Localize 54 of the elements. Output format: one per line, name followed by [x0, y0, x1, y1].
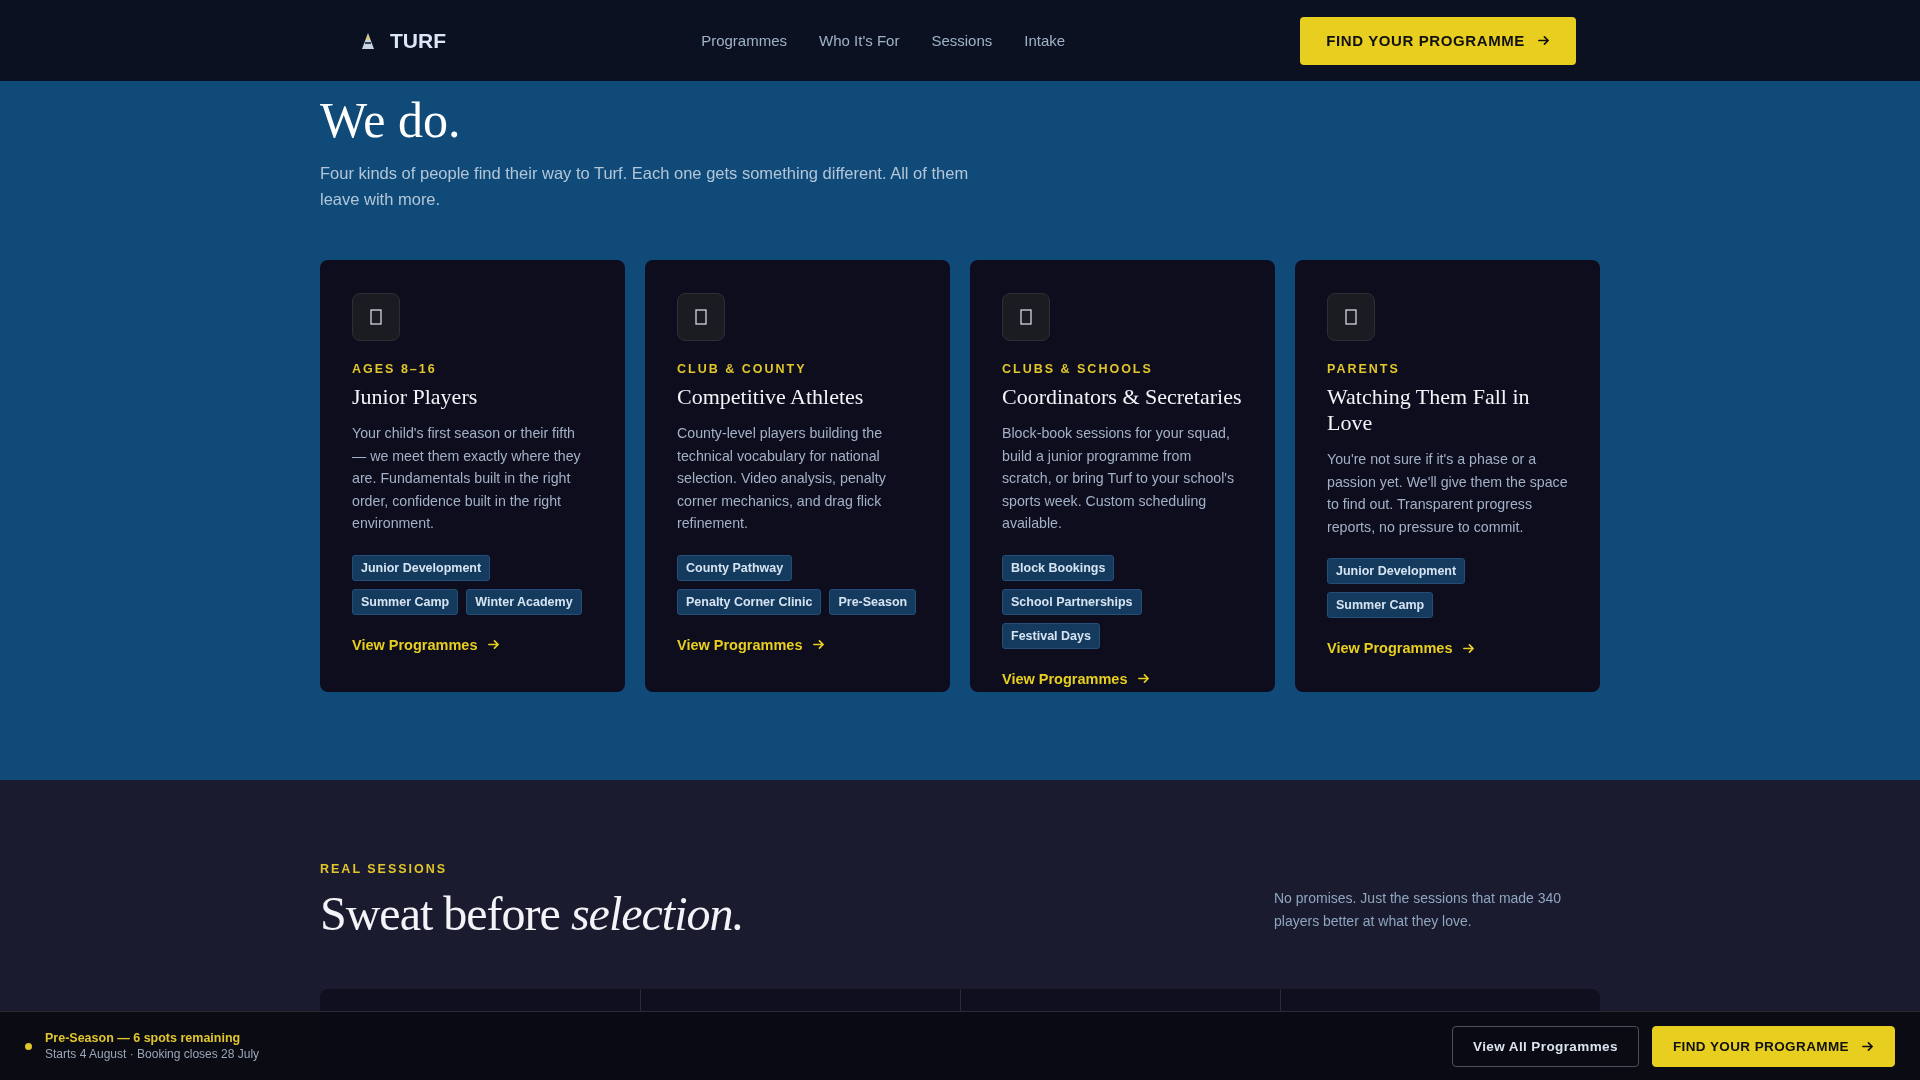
programme-tag: Block Bookings — [1002, 554, 1115, 581]
hero-title: We do. — [320, 94, 462, 146]
card-description: You're not sure if it's a phase or a passion yet. We'll give them the space to find out. Transparent progress reports, no pressure to commit. — [1327, 450, 1568, 537]
nav-link[interactable]: Who It's For — [819, 32, 900, 49]
box-icon — [370, 309, 382, 325]
status-dot — [25, 1042, 32, 1050]
view-programmes-link[interactable]: View Programmes — [352, 636, 501, 653]
brand-name: TURF — [390, 28, 446, 53]
card-description: Your child's first season or their fifth — we meet them exactly where they are. Fundamentals built in the right order, confidence built in the right environment. — [352, 424, 582, 533]
view-programmes-link[interactable]: View Programmes — [677, 636, 826, 653]
card-eyebrow: CLUBS & SCHOOLS — [1002, 362, 1154, 376]
programme-tag: School Partnerships — [1002, 588, 1142, 615]
section-description: No promises. Just the sessions that made 340 players better at what they love. — [1274, 889, 1563, 931]
programme-tag: Summer Camp — [352, 588, 459, 615]
programme-tag: Summer Camp — [1327, 592, 1434, 618]
nav-link[interactable]: Sessions — [931, 32, 993, 49]
find-programme-button[interactable]: FIND YOUR PROGRAMME — [1300, 16, 1576, 65]
card-description: Block-book sessions for your squad, build a junior programme from scratch, or bring Turf to your school's sports week. Custom scheduling available. — [1002, 424, 1236, 533]
hero-intro: Four kinds of people find their way to Turf. Each one gets something different. All of them leave with more. — [320, 163, 970, 210]
arrow-right-icon — [1537, 34, 1550, 47]
arrow-right-icon — [1137, 672, 1151, 685]
programme-tag: Junior Development — [1327, 558, 1466, 584]
programme-tag: Winter Academy — [466, 588, 582, 615]
find-programme-button[interactable]: FIND YOUR PROGRAMME — [1651, 1025, 1895, 1067]
programme-tag: Penalty Corner Clinic — [677, 588, 822, 615]
logo-icon — [360, 31, 376, 50]
arrow-right-icon — [1462, 641, 1476, 655]
arrow-right-icon — [1861, 1039, 1874, 1053]
card-title: Coordinators & Secretaries — [1002, 384, 1243, 410]
availability-status: Pre-Season — 6 spots remaining — [45, 1031, 242, 1045]
card-title: Competitive Athletes — [677, 384, 865, 410]
view-programmes-link[interactable]: View Programmes — [1002, 670, 1151, 687]
card-title: Junior Players — [352, 384, 479, 410]
programme-tag: Junior Development — [352, 554, 491, 581]
arrow-right-icon — [487, 638, 501, 651]
view-all-programmes-button[interactable]: View All Programmes — [1451, 1025, 1639, 1067]
card-eyebrow: PARENTS — [1327, 362, 1401, 376]
card-description: County-level players building the technical vocabulary for national selection. Video analysis, penalty corner mechanics, and drag flick refinement. — [677, 424, 887, 533]
arrow-right-icon — [812, 638, 826, 651]
box-icon — [695, 309, 707, 325]
card-title: Watching Them Fall in Love — [1327, 384, 1531, 436]
programme-tag: Pre-Season — [829, 588, 917, 615]
card-eyebrow: CLUB & COUNTY — [677, 362, 808, 376]
programme-tag: Festival Days — [1002, 622, 1100, 649]
section-title: Sweat before selection. — [320, 886, 744, 941]
booking-dates: Starts 4 August · Booking closes 28 July — [45, 1047, 260, 1061]
nav-link[interactable]: Programmes — [701, 32, 788, 49]
card-eyebrow: AGES 8–16 — [352, 362, 438, 376]
section-eyebrow: REAL SESSIONS — [320, 862, 449, 876]
programme-tag: County Pathway — [677, 554, 793, 581]
box-icon — [1020, 309, 1032, 325]
nav-link[interactable]: Intake — [1024, 32, 1066, 49]
box-icon — [1345, 309, 1357, 325]
view-programmes-link[interactable]: View Programmes — [1327, 640, 1476, 656]
